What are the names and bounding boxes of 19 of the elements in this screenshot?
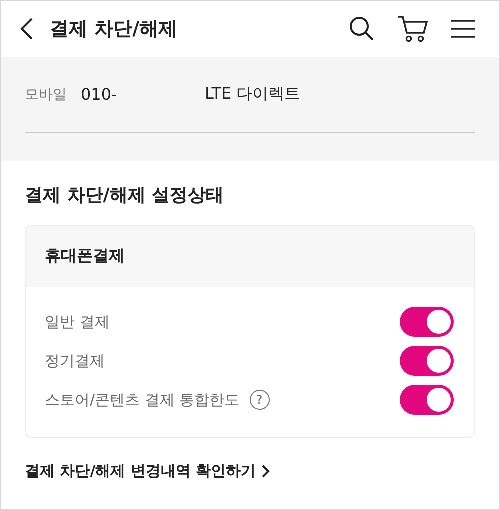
setting-label: 일반 결제: [45, 312, 110, 332]
toggle-switch[interactable]: [400, 385, 454, 415]
line-label: 모바일: [25, 86, 68, 104]
chevron-right-icon[interactable]: [262, 465, 270, 478]
plan-name: LTE 다이렉트: [205, 84, 301, 105]
setting-label: 정기결제: [45, 352, 105, 370]
back-icon[interactable]: [20, 17, 34, 41]
search-icon[interactable]: [349, 16, 375, 42]
cart-icon[interactable]: [397, 15, 429, 43]
setting-label: 스토어/콘텐츠 결제 통합한도: [45, 390, 240, 410]
help-icon[interactable]: ?: [250, 390, 270, 410]
toggle-switch[interactable]: [400, 307, 454, 337]
card-title: 휴대폰결제: [45, 246, 125, 267]
menu-icon[interactable]: [451, 19, 475, 39]
history-link[interactable]: 결제 차단/해제 변경내역 확인하기: [25, 462, 256, 481]
page-title: 결제 차단/해제: [50, 17, 178, 42]
phone-number: 010-: [81, 85, 118, 104]
toggle-switch[interactable]: [400, 346, 454, 376]
section-title: 결제 차단/해제 설정상태: [25, 184, 226, 207]
